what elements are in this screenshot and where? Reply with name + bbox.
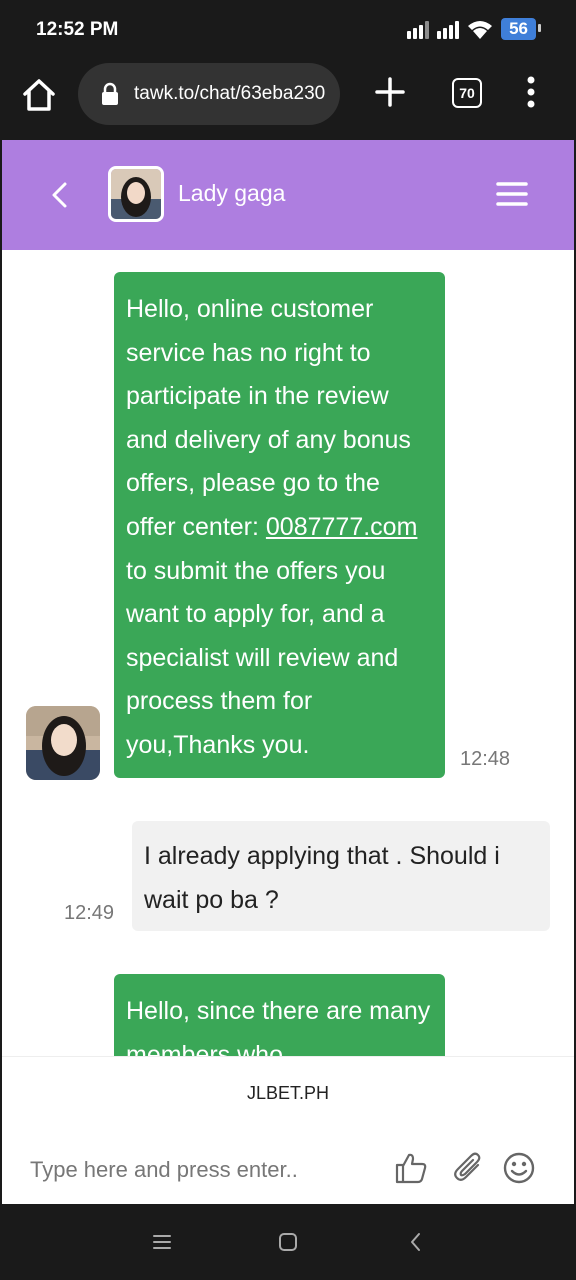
- thumbs-up-icon[interactable]: [394, 1151, 428, 1185]
- message-text: Hello, online customer service has no ri…: [126, 295, 411, 541]
- lock-icon: [102, 82, 118, 105]
- user-message: I already applying that . Should i wait …: [132, 821, 550, 931]
- tab-switcher-button[interactable]: 70: [452, 78, 482, 108]
- agent-avatar: [108, 166, 164, 222]
- agent-name: Lady gaga: [178, 180, 286, 206]
- battery-indicator: 56: [501, 18, 541, 40]
- more-options-icon[interactable]: [520, 74, 542, 110]
- wifi-icon: [468, 21, 493, 39]
- home-icon[interactable]: [20, 76, 58, 114]
- agent-avatar: [26, 706, 100, 780]
- system-navigation-bar: [0, 1206, 576, 1280]
- new-tab-button[interactable]: [372, 74, 408, 110]
- menu-icon[interactable]: [496, 180, 528, 208]
- message-timestamp: 12:48: [460, 748, 511, 770]
- address-bar[interactable]: tawk.to/chat/63eba230: [78, 63, 340, 125]
- message-input[interactable]: [30, 1157, 370, 1183]
- recent-apps-icon[interactable]: [150, 1230, 174, 1254]
- brand-label: JLBET.PH: [246, 1083, 330, 1103]
- message-text: to submit the offers you want to apply f…: [126, 556, 399, 759]
- chat-header: Lady gaga: [2, 140, 574, 250]
- agent-message: Hello, since there are many members who: [114, 974, 445, 1056]
- browser-toolbar: tawk.to/chat/63eba230 70: [0, 60, 576, 140]
- chat-footer: JLBET.PH: [2, 1056, 574, 1204]
- url-text: tawk.to/chat/63eba230: [134, 83, 326, 104]
- message-timestamp: 12:49: [64, 902, 115, 924]
- status-icons: 56: [407, 18, 541, 40]
- signal-icon: [437, 19, 460, 39]
- back-nav-icon[interactable]: [404, 1230, 428, 1254]
- emoji-icon[interactable]: [502, 1151, 536, 1185]
- agent-message: Hello, online customer service has no ri…: [114, 272, 445, 778]
- status-bar: 12:52 PM 56: [0, 0, 576, 60]
- signal-icon: [407, 19, 430, 39]
- paperclip-icon[interactable]: [452, 1151, 486, 1185]
- message-link[interactable]: 0087777.com: [266, 513, 418, 541]
- chat-messages: Hello, online customer service has no ri…: [2, 250, 574, 1056]
- home-nav-icon[interactable]: [276, 1230, 300, 1254]
- status-time: 12:52 PM: [36, 19, 119, 40]
- back-arrow-icon[interactable]: [48, 180, 70, 210]
